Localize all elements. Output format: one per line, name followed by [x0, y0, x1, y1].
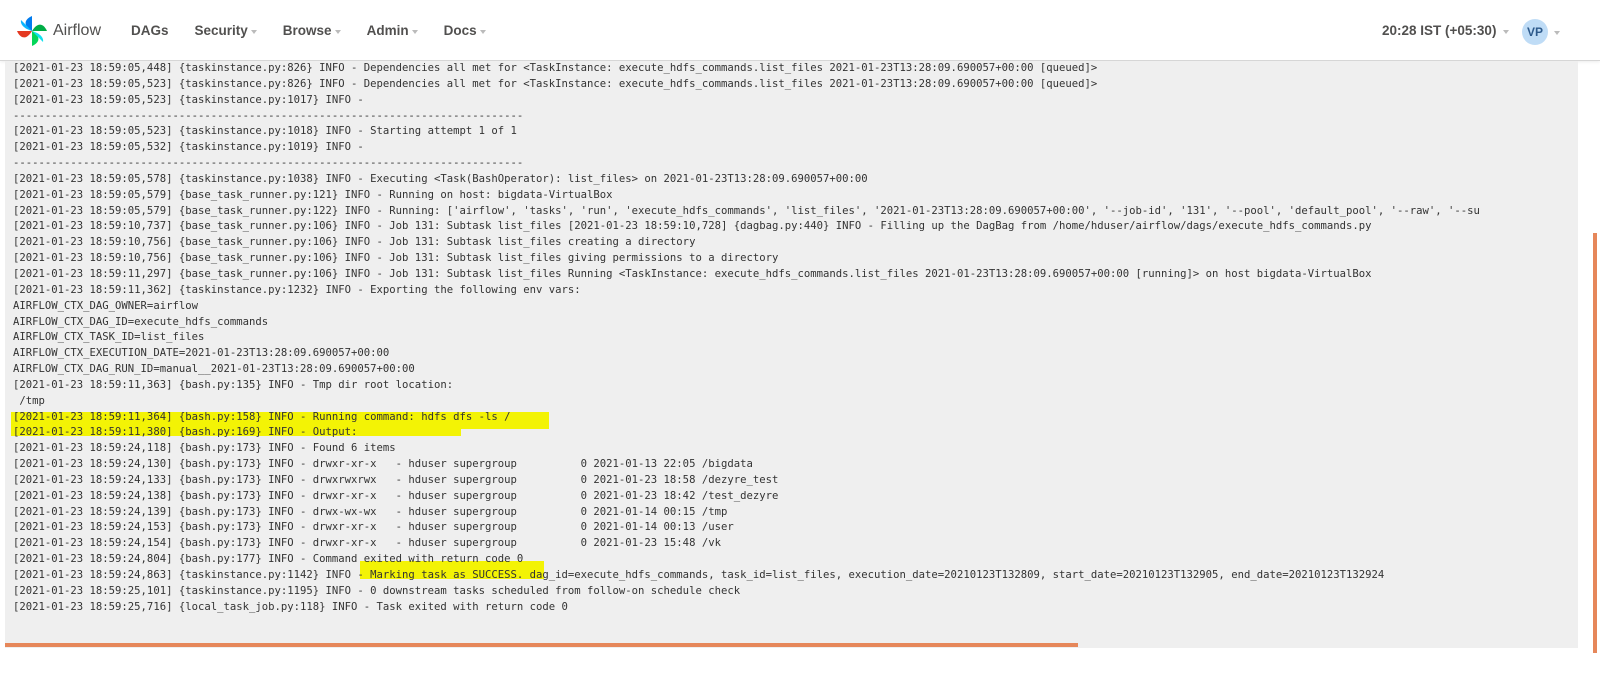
- log-line: [2021-01-23 18:59:25,716] {local_task_jo…: [13, 600, 568, 613]
- log-line: [2021-01-23 18:59:05,523] {taskinstance.…: [13, 93, 364, 106]
- log-line: [2021-01-23 18:59:24,804] {bash.py:177} …: [13, 553, 524, 566]
- airflow-logo[interactable]: Airflow: [16, 14, 101, 48]
- nav-item-label: DAGs: [131, 23, 169, 38]
- chevron-down-icon: [479, 29, 486, 34]
- horizontal-scrollbar[interactable]: [5, 643, 1078, 647]
- log-viewer: [2021-01-23 18:59:05,448] {taskinstance.…: [5, 61, 1578, 648]
- nav-item-label: Security: [194, 23, 248, 38]
- timezone-clock[interactable]: 20:28 IST (+05:30): [1382, 0, 1510, 61]
- log-line: [2021-01-23 18:59:25,101] {taskinstance.…: [13, 584, 741, 597]
- log-line: [2021-01-23 18:59:05,578] {taskinstance.…: [13, 172, 868, 185]
- log-line: [2021-01-23 18:59:10,756] {base_task_run…: [13, 252, 779, 265]
- log-line: [2021-01-23 18:59:24,863] {taskinstance.…: [13, 569, 1385, 581]
- log-line: [2021-01-23 18:59:05,523] {taskinstance.…: [13, 77, 1098, 90]
- log-line: [2021-01-23 18:59:24,118] {bash.py:173} …: [13, 442, 396, 455]
- log-line: [2021-01-23 18:59:24,154] {bash.py:173} …: [13, 537, 721, 550]
- log-line: [2021-01-23 18:59:24,153] {bash.py:173} …: [13, 521, 734, 534]
- log-line: AIRFLOW_CTX_TASK_ID=list_files: [13, 331, 205, 344]
- log-line: AIRFLOW_CTX_DAG_RUN_ID=manual__2021-01-2…: [13, 363, 415, 376]
- log-line: [2021-01-23 18:59:24,138] {bash.py:173} …: [13, 489, 779, 502]
- nav-item-admin[interactable]: Admin: [354, 0, 431, 61]
- log-line: [2021-01-23 18:59:10,737] {base_task_run…: [13, 220, 1372, 233]
- log-line: [2021-01-23 18:59:05,523] {taskinstance.…: [13, 125, 517, 138]
- user-menu[interactable]: VP: [1522, 19, 1560, 45]
- brand-name: Airflow: [53, 22, 102, 39]
- chevron-down-icon: [411, 29, 418, 34]
- nav-item-dags[interactable]: DAGs: [118, 0, 182, 61]
- log-line: [2021-01-23 18:59:05,579] {base_task_run…: [13, 188, 613, 201]
- log-line: [2021-01-23 18:59:24,130] {bash.py:173} …: [13, 458, 753, 471]
- top-navbar: Airflow DAGs Security Browse Admin Docs 20:2…: [0, 0, 1600, 61]
- log-line: [2021-01-23 18:59:11,297] {base_task_run…: [13, 267, 1372, 280]
- chevron-down-icon: [1554, 31, 1560, 35]
- log-line: [2021-01-23 18:59:24,139] {bash.py:173} …: [13, 505, 728, 518]
- nav-item-docs[interactable]: Docs: [431, 0, 499, 61]
- nav-item-security[interactable]: Security: [182, 0, 270, 61]
- nav-item-label: Docs: [443, 23, 477, 38]
- log-line: [2021-01-23 18:59:05,532] {taskinstance.…: [13, 141, 364, 154]
- chevron-down-icon: [334, 29, 341, 34]
- log-line: ----------------------------------------…: [13, 157, 524, 170]
- chevron-down-icon: [250, 29, 257, 34]
- nav-item-label: Browse: [282, 23, 332, 38]
- log-line: AIRFLOW_CTX_EXECUTION_DATE=2021-01-23T13…: [13, 347, 390, 360]
- log-line: [2021-01-23 18:59:11,364] {bash.py:158} …: [13, 410, 511, 423]
- log-line: AIRFLOW_CTX_DAG_ID=execute_hdfs_commands: [13, 315, 269, 328]
- nav-item-browse[interactable]: Browse: [270, 0, 354, 61]
- log-line: [2021-01-23 18:59:11,363] {bash.py:135} …: [13, 378, 454, 391]
- log-line: [2021-01-23 18:59:11,362] {taskinstance.…: [13, 283, 581, 296]
- clock-text: 20:28 IST (+05:30): [1382, 23, 1497, 38]
- chevron-down-icon: [1503, 29, 1510, 34]
- nav-item-label: Admin: [366, 23, 409, 38]
- main-nav: DAGs Security Browse Admin Docs: [118, 0, 499, 61]
- pinwheel-icon: [17, 16, 47, 46]
- log-line: [2021-01-23 18:59:05,579] {base_task_run…: [13, 204, 1480, 217]
- log-line: ----------------------------------------…: [13, 109, 524, 122]
- log-line: [2021-01-23 18:59:10,756] {base_task_run…: [13, 236, 696, 249]
- log-line: [2021-01-23 18:59:11,380] {bash.py:169} …: [13, 426, 358, 439]
- vertical-scrollbar[interactable]: [1593, 233, 1597, 653]
- log-lines: [2021-01-23 18:59:05,448] {taskinstance.…: [13, 61, 1480, 616]
- log-line: [2021-01-23 18:59:24,133] {bash.py:173} …: [13, 473, 779, 486]
- log-line: /tmp: [13, 394, 45, 407]
- avatar: VP: [1522, 19, 1548, 45]
- log-line: [2021-01-23 18:59:05,448] {taskinstance.…: [13, 62, 1098, 74]
- log-line: AIRFLOW_CTX_DAG_OWNER=airflow: [13, 299, 198, 312]
